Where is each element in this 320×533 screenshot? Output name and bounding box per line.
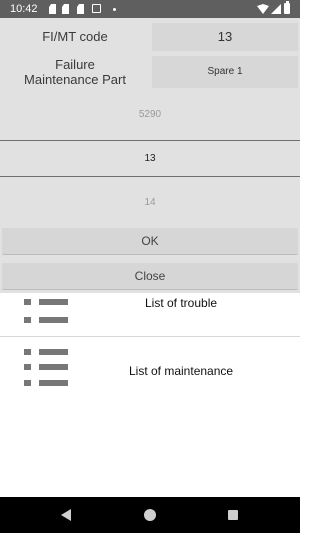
picker-selected-value[interactable]: 13 — [0, 153, 300, 164]
sd-card-icon — [49, 4, 56, 14]
ok-button[interactable]: OK — [2, 228, 298, 255]
maintenance-part-field[interactable]: Spare 1 — [152, 56, 298, 88]
fimt-code-field[interactable]: 13 — [152, 23, 298, 51]
list-item-maintenance[interactable]: List of maintenance — [0, 337, 300, 397]
close-button[interactable]: Close — [2, 263, 298, 290]
list-item-trouble[interactable]: List of trouble — [0, 293, 300, 336]
list-icon — [24, 296, 69, 326]
sd-card-icon — [77, 4, 84, 14]
list-icon — [24, 349, 69, 393]
home-icon[interactable] — [144, 509, 156, 521]
list-item-label: List of maintenance — [129, 364, 234, 378]
picker-prev-value[interactable]: 5290 — [0, 109, 300, 120]
maintenance-part-row: Failure Maintenance Part Spare 1 — [0, 56, 300, 90]
input-dialog: FI/MT code 13 Failure Maintenance Part S… — [0, 18, 300, 293]
sd-card-icon — [62, 4, 69, 14]
list-item-label: List of trouble — [145, 296, 218, 310]
wifi-icon — [257, 4, 269, 14]
picker-divider — [0, 176, 300, 177]
status-bar: 10:42 — [0, 0, 300, 18]
fimt-code-label: FI/MT code — [42, 29, 108, 44]
back-icon[interactable] — [61, 509, 71, 521]
status-time: 10:42 — [10, 3, 38, 15]
recent-apps-icon[interactable] — [228, 510, 238, 520]
fimt-code-row: FI/MT code 13 — [0, 21, 300, 51]
navigation-bar — [0, 497, 300, 533]
signal-icon — [271, 4, 281, 14]
picker-next-value[interactable]: 14 — [0, 197, 300, 208]
maintenance-part-label-line2: Maintenance Part — [24, 72, 126, 87]
battery-icon — [284, 1, 290, 14]
number-picker[interactable]: 5290 13 14 — [0, 100, 300, 226]
maintenance-part-label-line1: Failure — [55, 57, 95, 72]
picker-divider — [0, 140, 300, 141]
print-icon — [92, 4, 101, 13]
dot-icon — [113, 8, 116, 11]
